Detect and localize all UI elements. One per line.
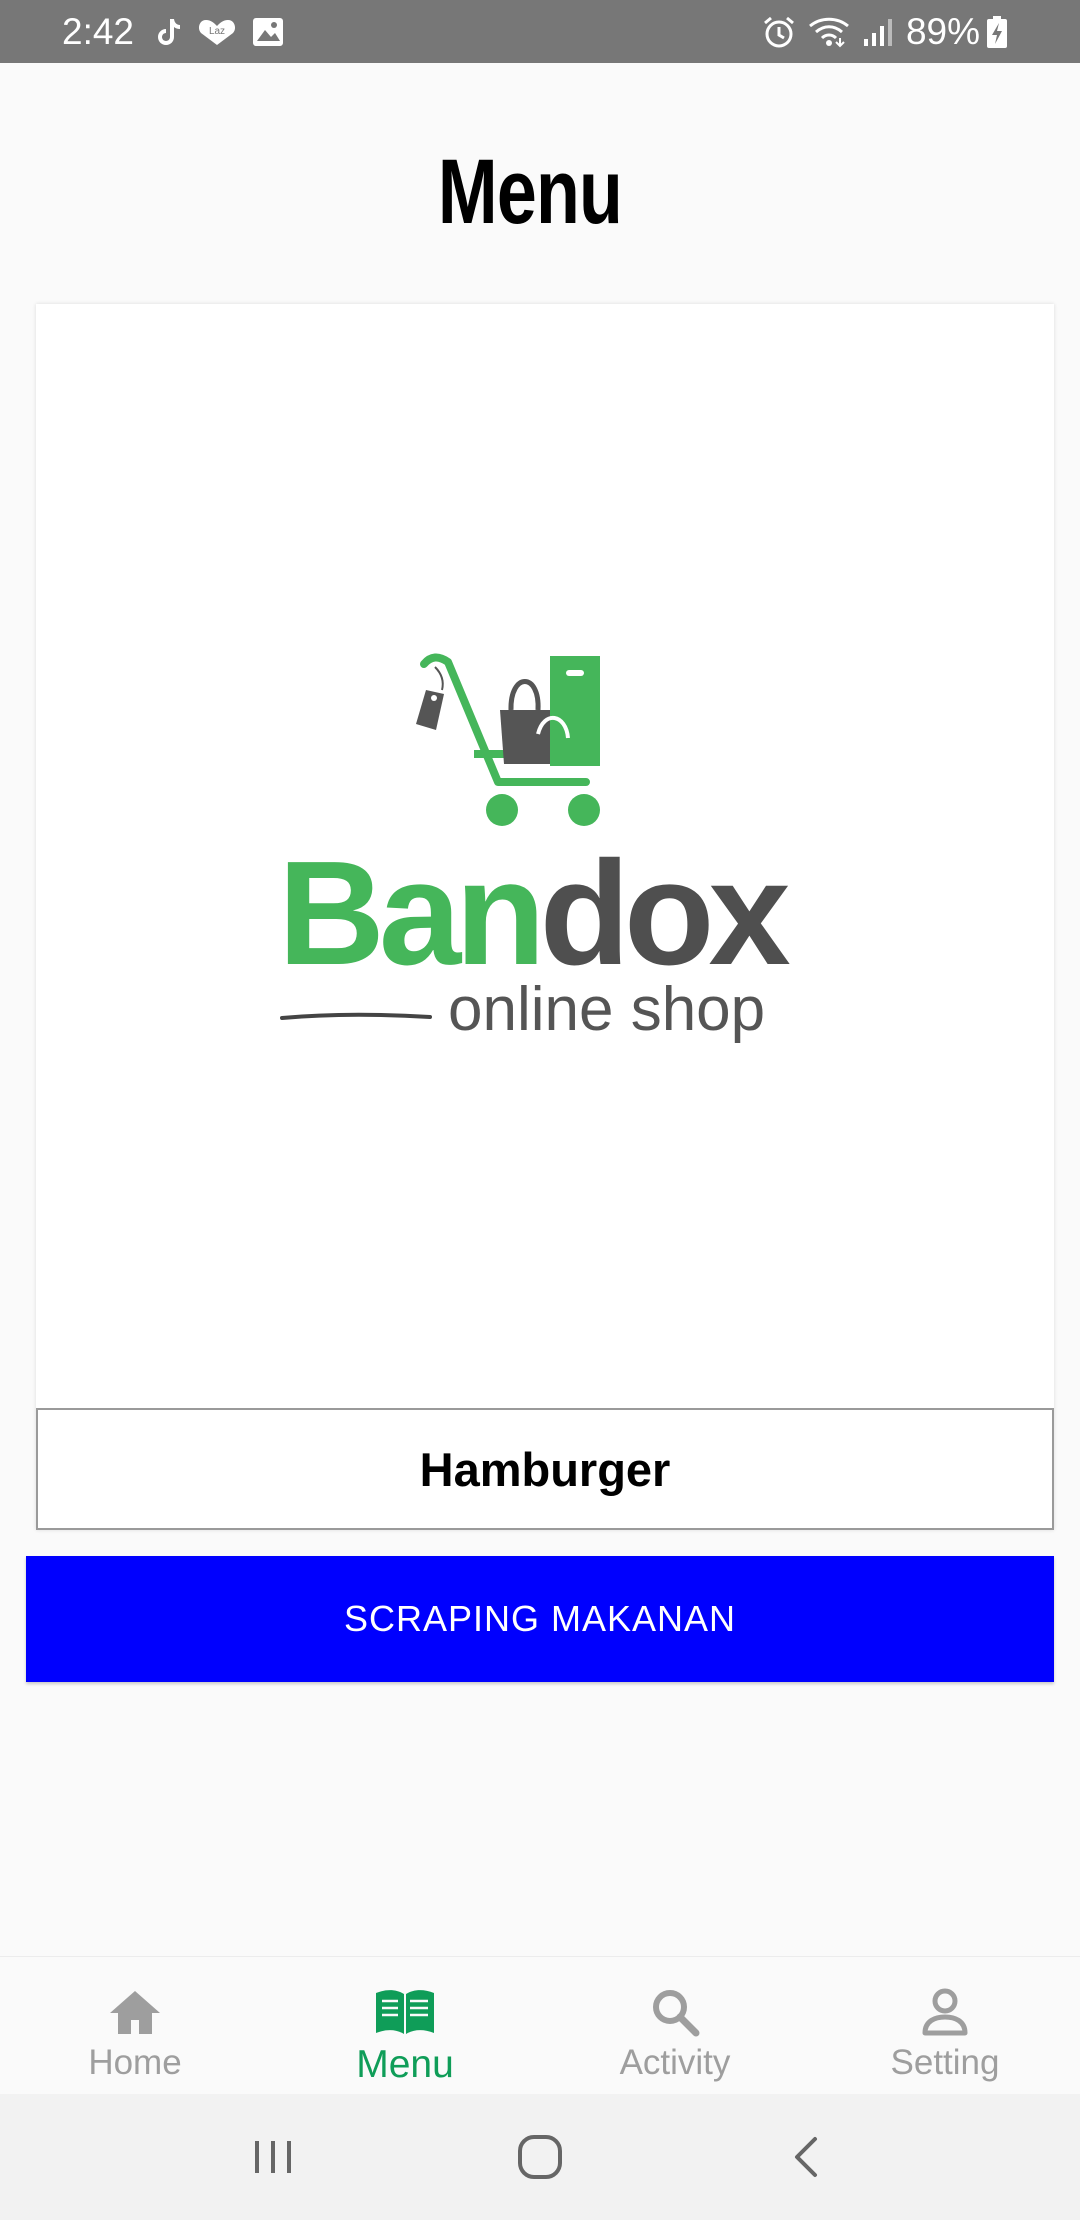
status-bar-right: 89% (762, 11, 1020, 53)
system-navigation-bar (0, 2094, 1080, 2220)
nav-label-activity: Activity (619, 2043, 731, 2082)
wifi-icon (808, 16, 850, 48)
battery-charging-icon (986, 15, 1008, 49)
signal-icon (862, 17, 894, 47)
search-icon (650, 1985, 700, 2039)
recents-icon[interactable] (233, 2117, 313, 2197)
brand-tagline: online shop (448, 975, 765, 1044)
nav-label-menu: Menu (356, 2043, 454, 2086)
page-title: Menu (437, 141, 623, 243)
tiktok-icon (156, 17, 182, 47)
bandox-logo: Bandox online shop (248, 634, 848, 1084)
svg-text:Laz: Laz (209, 26, 225, 37)
menu-card: Bandox online shop Hamburger (36, 304, 1054, 1530)
status-bar: 2:42 Laz 89% (0, 0, 1080, 63)
nav-label-home: Home (88, 2043, 182, 2082)
home-icon (108, 1985, 162, 2039)
menu-item-name: Hamburger (36, 1408, 1054, 1530)
alarm-icon (762, 15, 796, 49)
svg-text:Bandox: Bandox (278, 831, 790, 996)
brand-part2: dox (540, 831, 791, 996)
nav-item-menu[interactable]: Menu (270, 1957, 540, 2095)
bottom-navigation: Home Menu Activity Setting (0, 1956, 1080, 2095)
status-time: 2:42 (62, 10, 135, 52)
nav-label-setting: Setting (890, 2043, 1000, 2082)
brand-part1: Ban (278, 831, 540, 996)
scraping-makanan-button[interactable]: SCRAPING MAKANAN (26, 1556, 1054, 1682)
battery-percent: 89% (905, 10, 980, 52)
gallery-icon (252, 17, 284, 47)
book-icon (374, 1985, 436, 2039)
nav-item-activity[interactable]: Activity (540, 1957, 810, 2095)
back-icon[interactable] (767, 2117, 847, 2197)
home-circle-icon[interactable] (500, 2117, 580, 2197)
status-bar-left: 2:42 Laz (62, 11, 300, 53)
lazada-icon: Laz (198, 17, 236, 47)
nav-item-setting[interactable]: Setting (810, 1957, 1080, 2095)
shopping-cart-icon (416, 653, 600, 826)
person-icon (921, 1985, 969, 2039)
nav-item-home[interactable]: Home (0, 1957, 270, 2095)
